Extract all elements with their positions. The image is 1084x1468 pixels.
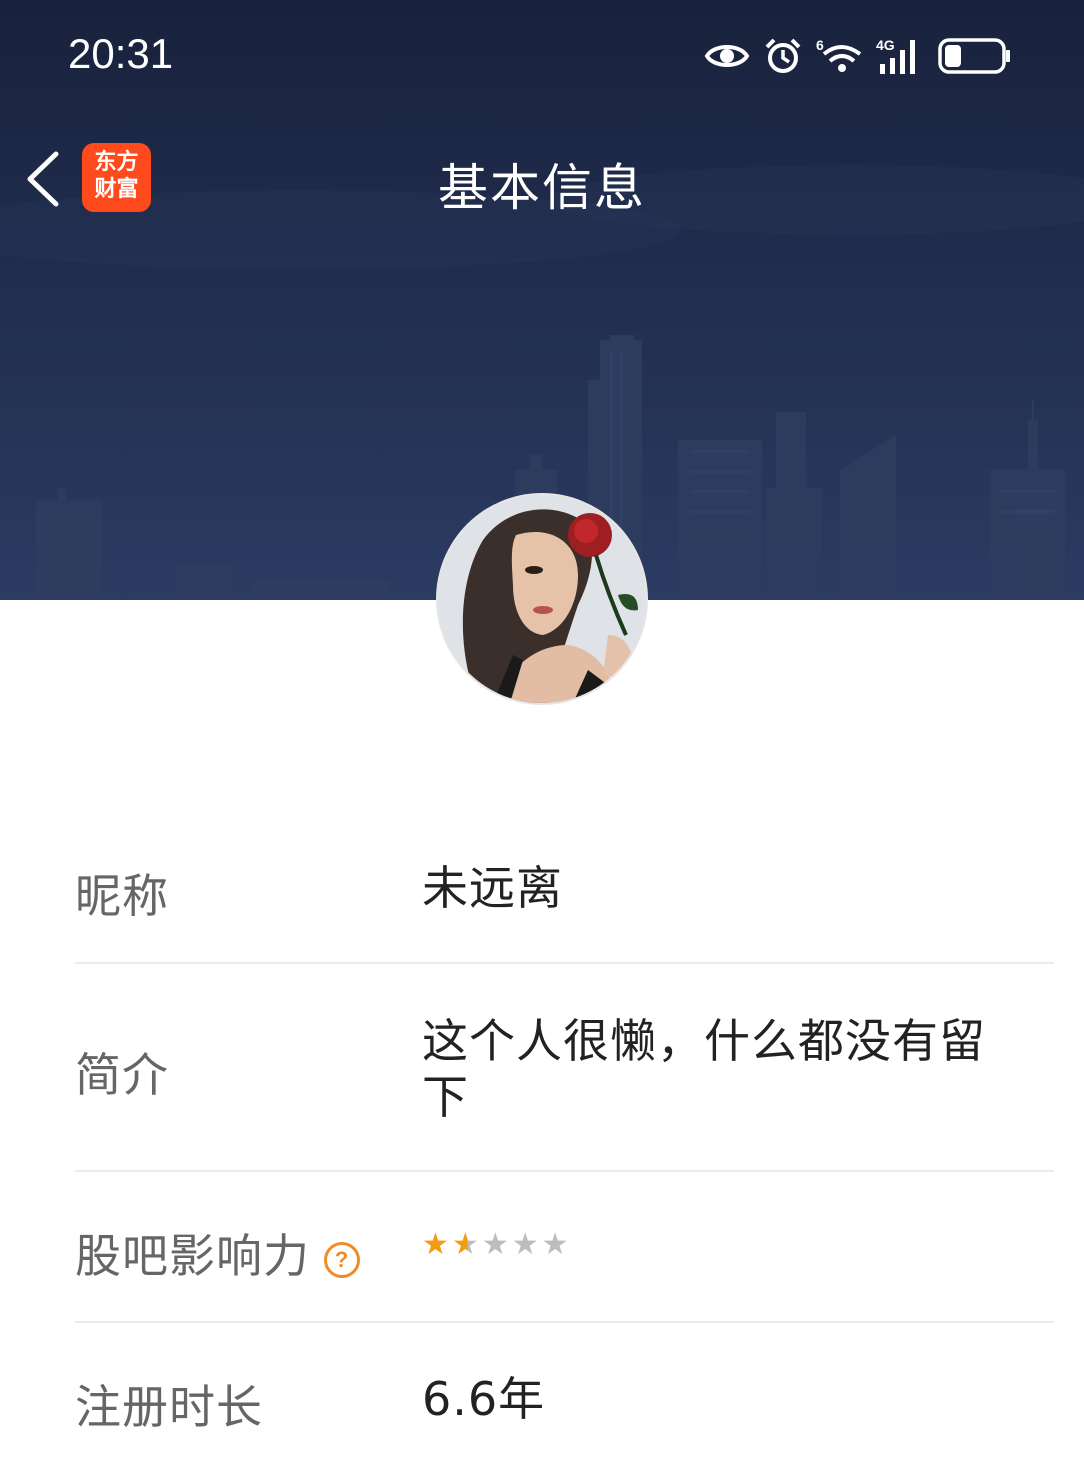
profile-page: 20:31 6 4G 东方 财富 基本信息 昵称 未远离 简介 这个人很懒，什么… [0, 0, 1084, 1468]
eye-icon [704, 45, 750, 67]
bio-label: 简介 [75, 1048, 169, 1102]
wifi-badge: 6 [816, 37, 824, 53]
help-icon[interactable]: ? [324, 1241, 360, 1278]
status-bar: 20:31 6 4G [0, 0, 1084, 110]
rating-star: ★ [481, 1227, 510, 1262]
battery-icon [938, 38, 1010, 74]
row-influence: 股吧影响力? ★ ★ ★ ★ ★ [75, 1172, 1054, 1323]
registration-value: 6.6年 [422, 1372, 546, 1426]
rating-star: ★ [511, 1227, 540, 1262]
signal-4g-icon: 4G [876, 37, 915, 74]
alarm-icon [765, 38, 801, 73]
influence-rating: ★ ★ ★ ★ ★ [422, 1230, 1012, 1260]
status-icons: 6 4G [704, 32, 1012, 80]
profile-info-list: 昵称 未远离 简介 这个人很懒，什么都没有留下 股吧影响力? ★ ★ ★ ★ ★ 注册时… [75, 810, 1054, 1468]
row-registration: 注册时长 6.6年 [75, 1323, 1054, 1468]
influence-label-group: 股吧影响力? [75, 1220, 360, 1286]
network-label: 4G [876, 37, 895, 53]
row-nickname: 昵称 未远离 [75, 810, 1054, 964]
influence-label: 股吧影响力 [75, 1229, 310, 1283]
rating-star: ★ [451, 1227, 480, 1262]
nav-bar: 东方 财富 基本信息 [0, 120, 1084, 240]
rating-star: ★ [541, 1227, 570, 1262]
wifi-6-icon: 6 [816, 37, 862, 72]
nickname-label: 昵称 [75, 869, 169, 923]
row-bio: 简介 这个人很懒，什么都没有留下 [75, 964, 1054, 1172]
registration-label: 注册时长 [75, 1380, 263, 1434]
avatar-image [438, 495, 646, 703]
avatar[interactable] [438, 495, 646, 703]
rating-star: ★ [422, 1227, 450, 1262]
page-title: 基本信息 [438, 159, 646, 217]
bio-value: 这个人很懒，什么都没有留下 [422, 1014, 986, 1124]
status-time: 20:31 [68, 30, 174, 77]
nickname-value: 未远离 [422, 861, 563, 915]
